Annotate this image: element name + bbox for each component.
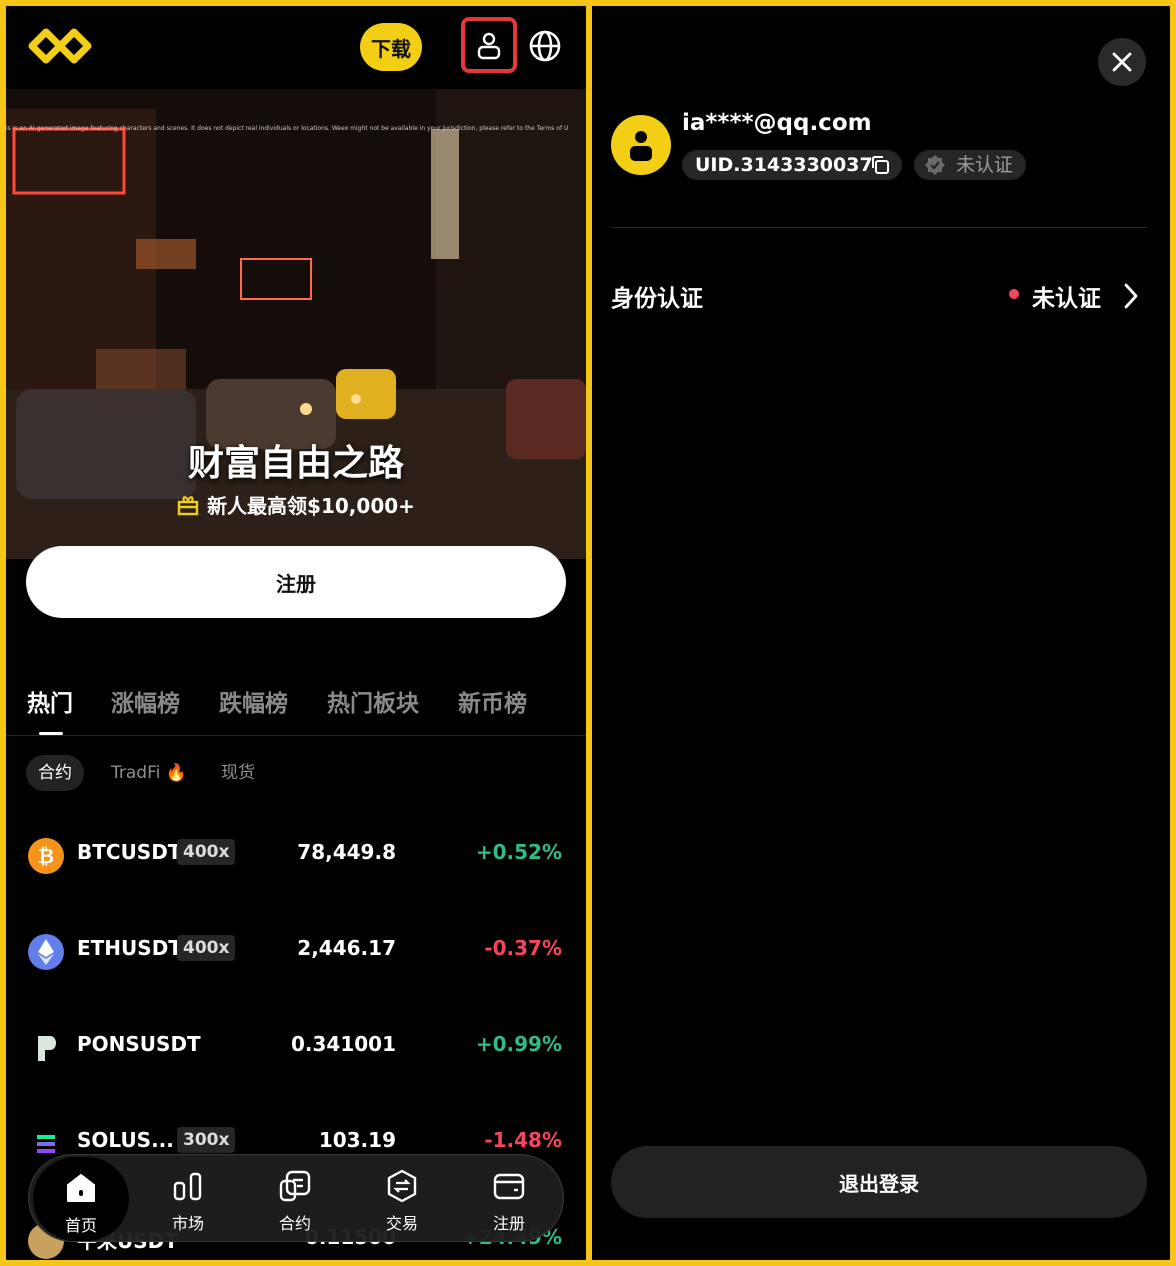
globe-icon[interactable] <box>528 29 562 63</box>
register-button[interactable]: 注册 <box>26 546 566 618</box>
nav-label: 注册 <box>492 1214 525 1233</box>
market-change: +0.99% <box>475 1032 562 1056</box>
nav-label: 合约 <box>278 1214 311 1233</box>
market-row[interactable]: ETHUSDT 400x 2,446.17 -0.37% <box>6 922 586 982</box>
market-price: 78,449.8 <box>297 840 396 864</box>
nav-register[interactable]: 注册 <box>461 1155 557 1243</box>
market-row[interactable]: PONSUSDT 0.341001 +0.99% <box>6 1018 586 1078</box>
bottom-navigation: 首页 市场 合约 交易 注册 <box>28 1154 564 1242</box>
trade-exchange-icon <box>387 1169 417 1203</box>
market-price: 2,446.17 <box>297 936 396 960</box>
market-row[interactable]: ₿ BTCUSDT 400x 78,449.8 +0.52% <box>6 826 586 886</box>
nav-label: 首页 <box>64 1216 97 1235</box>
nav-trade[interactable]: 交易 <box>354 1155 450 1243</box>
nav-home[interactable]: 首页 <box>33 1157 129 1241</box>
leverage-badge: 400x <box>177 839 236 865</box>
nav-contract[interactable]: 合约 <box>247 1155 343 1243</box>
tab-losers[interactable]: 跌幅榜 <box>219 684 288 718</box>
active-tab-indicator <box>39 732 63 735</box>
market-bars-icon <box>173 1172 202 1201</box>
leverage-badge: 300x <box>177 1127 236 1153</box>
hero-subtitle: 新人最高领$10,000+ <box>6 490 586 519</box>
hero-banner[interactable]: is is an AI-generated image featuring ch… <box>6 89 586 559</box>
download-button[interactable]: 下载 <box>360 23 422 71</box>
market-symbol: SOLUS... <box>77 1128 174 1152</box>
weex-logo[interactable] <box>28 26 92 66</box>
uid-badge[interactable]: UID.3143330037 <box>682 150 902 180</box>
chevron-right-icon[interactable] <box>1122 282 1140 310</box>
market-change: +0.52% <box>475 840 562 864</box>
status-dot <box>1009 289 1019 299</box>
avatar <box>611 115 671 175</box>
home-icon <box>67 1174 95 1202</box>
verification-badge[interactable]: 未认证 <box>914 150 1026 180</box>
chip-futures[interactable]: 合约 <box>26 755 84 791</box>
city-night-illustration <box>6 89 586 559</box>
market-price: 0.341001 <box>290 1032 396 1056</box>
chip-spot[interactable]: 现货 <box>209 755 267 791</box>
market-change: -1.48% <box>484 1128 562 1152</box>
home-screen: 下载 is is an AI-generated image featuring… <box>6 6 586 1260</box>
account-drawer: ia****@qq.com UID.3143330037 未认证 身份认证 未认… <box>592 6 1170 1260</box>
market-price: 103.19 <box>318 1128 396 1152</box>
uid-text: UID.3143330037 <box>695 154 873 176</box>
contract-icon <box>279 1170 311 1202</box>
close-icon <box>1112 52 1132 72</box>
market-symbol: BTCUSDT <box>77 840 182 864</box>
user-icon <box>477 32 501 60</box>
pons-coin-icon <box>28 1030 64 1066</box>
market-change: -0.37% <box>484 936 562 960</box>
copy-icon[interactable] <box>870 155 890 175</box>
wallet-icon <box>493 1173 525 1200</box>
divider <box>611 227 1147 228</box>
identity-verification-status[interactable]: 未认证 <box>1032 279 1101 313</box>
leverage-badge: 400x <box>177 935 236 961</box>
market-symbol: ETHUSDT <box>77 936 182 960</box>
account-email: ia****@qq.com <box>682 110 872 136</box>
nav-market[interactable]: 市场 <box>140 1155 236 1243</box>
hero-subtitle-text: 新人最高领$10,000+ <box>207 494 415 518</box>
gift-icon <box>177 495 199 515</box>
tab-gainers[interactable]: 涨幅榜 <box>111 684 180 718</box>
verified-shield-icon <box>925 155 945 175</box>
identity-verification-label[interactable]: 身份认证 <box>611 279 703 313</box>
svg-text:₿: ₿ <box>38 844 54 868</box>
nav-label: 市场 <box>171 1214 204 1233</box>
user-account-button[interactable] <box>461 17 517 73</box>
close-button[interactable] <box>1098 38 1146 86</box>
verification-status: 未认证 <box>956 154 1014 176</box>
tab-hot[interactable]: 热门 <box>27 684 73 718</box>
ai-image-disclaimer: is is an AI-generated image featuring ch… <box>6 125 569 132</box>
chip-tradfi[interactable]: TradFi 🔥 <box>99 755 199 791</box>
hero-title: 财富自由之路 <box>187 443 404 484</box>
tab-hot-sectors[interactable]: 热门板块 <box>327 684 419 718</box>
user-avatar-icon <box>630 131 652 161</box>
market-symbol: PONSUSDT <box>77 1032 201 1056</box>
eth-coin-icon <box>28 934 64 970</box>
btc-coin-icon: ₿ <box>28 838 64 874</box>
tab-new-listings[interactable]: 新币榜 <box>458 684 527 718</box>
nav-label: 交易 <box>385 1214 418 1233</box>
market-tabs: 热门 涨幅榜 跌幅榜 热门板块 新币榜 <box>6 678 586 736</box>
logout-button[interactable]: 退出登录 <box>611 1146 1147 1218</box>
